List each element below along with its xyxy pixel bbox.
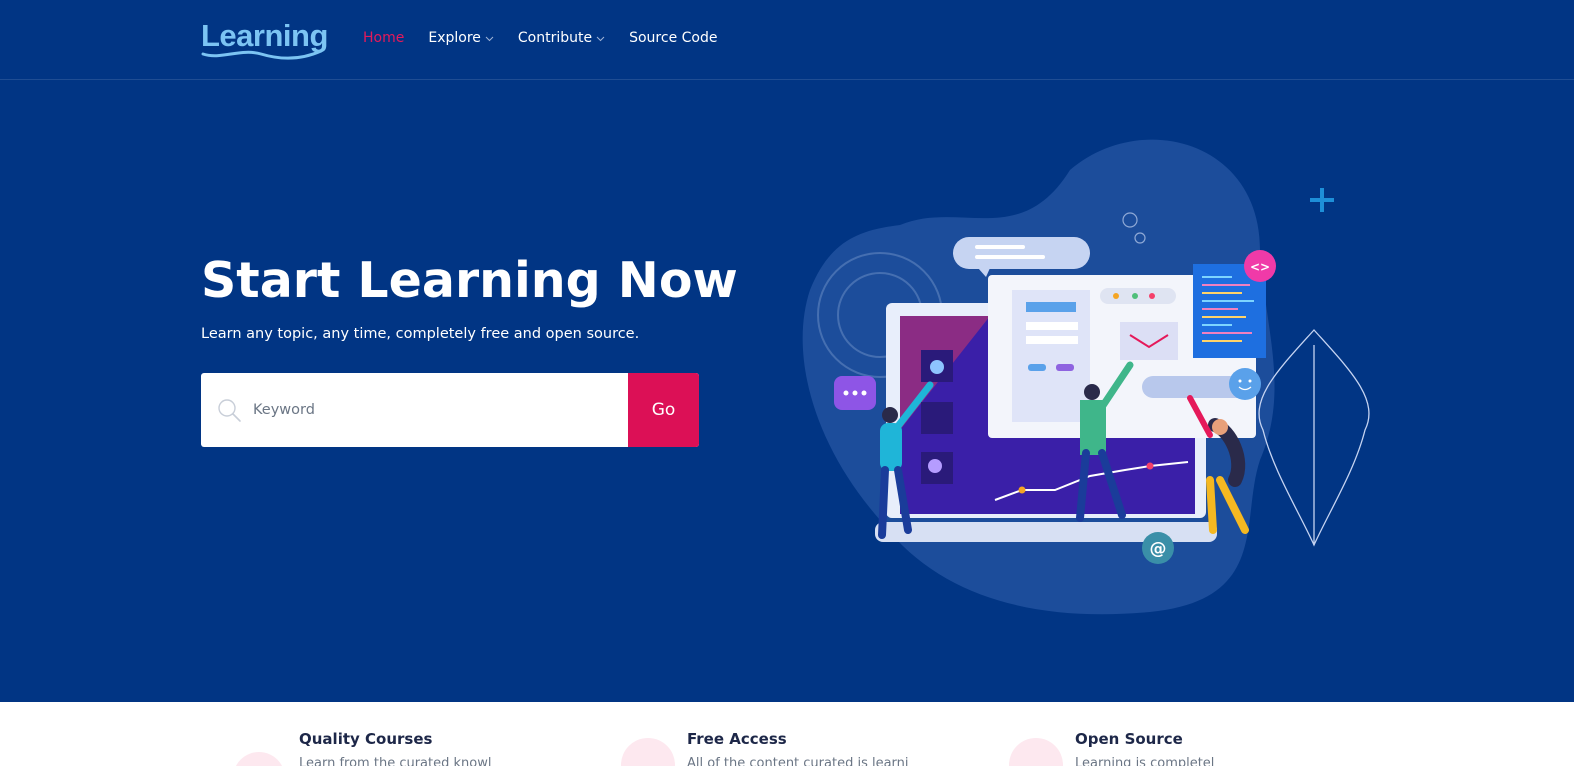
feature-title: Free Access [687,730,787,748]
svg-text:<>: <> [1250,260,1270,274]
feature-title: Quality Courses [299,730,433,748]
leaf-icon [1258,329,1370,547]
features-strip: Quality Courses Learn from the curated k… [0,702,1574,766]
search-form: Go [201,373,699,447]
feature-text: Learning is completel [1075,756,1215,766]
chevron-down-icon [596,36,605,41]
logo[interactable]: Learning [201,18,328,60]
nav-item-home[interactable]: Home [363,30,404,46]
nav-item-explore[interactable]: Explore [428,30,494,46]
search-icon [218,399,241,422]
hero-illustration: <> @ [802,139,1370,615]
nav-item-source-code[interactable]: Source Code [629,30,717,46]
nav-item-label: Explore [428,30,481,46]
site-header: Learning Home Explore Contribute Source … [0,0,1574,80]
go-button[interactable]: Go [628,373,699,447]
nav-item-label: Source Code [629,30,718,46]
nav-item-label: Contribute [517,30,593,46]
nav-item-label: Home [363,30,405,46]
main-nav: Home Explore Contribute Source Code [363,30,741,46]
plus-icon [1310,188,1334,212]
nav-item-contribute[interactable]: Contribute [518,30,605,46]
code-icon [1009,738,1063,766]
feature-title: Open Source [1075,730,1183,748]
infinity-icon [621,738,675,766]
logo-wave-icon [201,49,323,60]
chevron-down-icon [485,36,494,41]
svg-text:@: @ [1150,539,1167,559]
search-input[interactable] [253,373,623,447]
star-icon [233,752,285,766]
feature-text: Learn from the curated knowl [299,756,492,766]
hero-subtitle: Learn any topic, any time, completely fr… [201,326,640,342]
hero-title: Start Learning Now [201,252,738,309]
feature-text: All of the content curated is learni [687,756,909,766]
